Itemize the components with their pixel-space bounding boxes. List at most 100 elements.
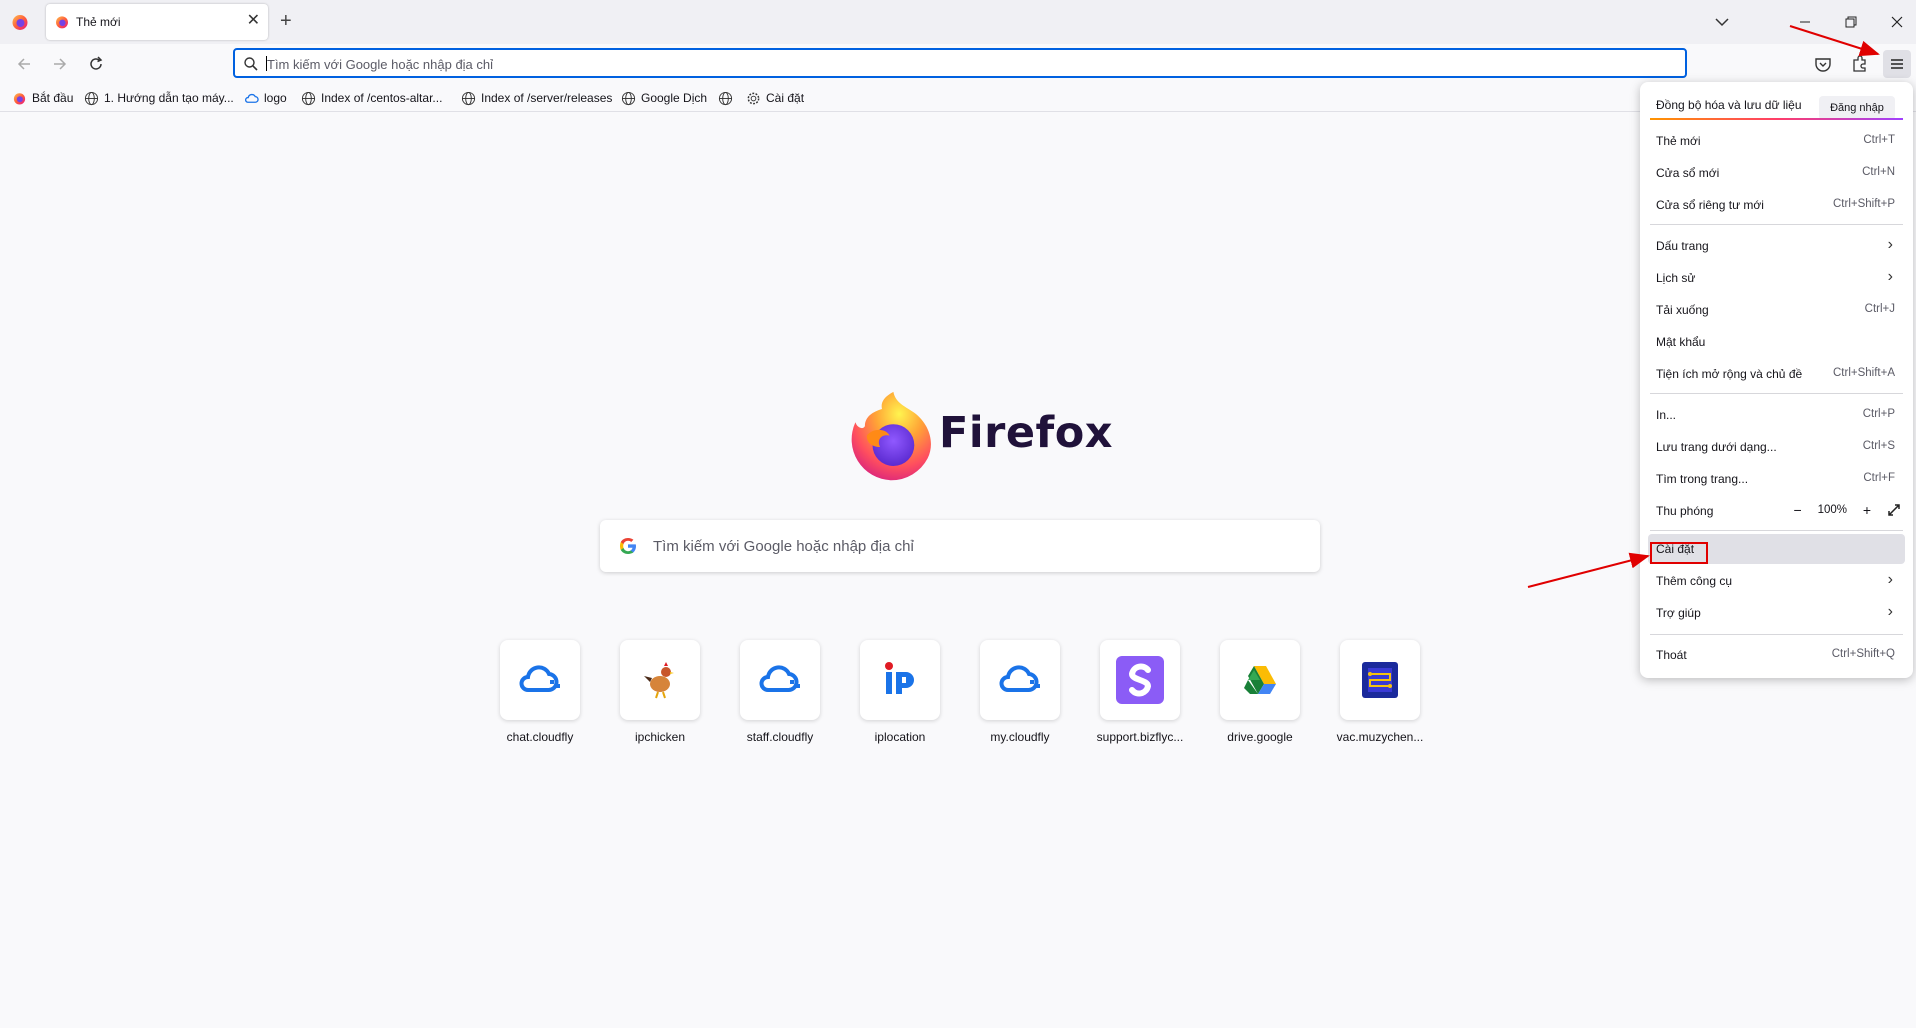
bookmark-start[interactable]: Bắt đầu bbox=[12, 90, 73, 106]
top-site-tile[interactable] bbox=[1340, 640, 1420, 720]
bookmark-guide[interactable]: 1. Hướng dẫn tạo máy... bbox=[84, 90, 234, 106]
hamburger-icon bbox=[1891, 59, 1903, 69]
bookmark-label: Index of /server/releases bbox=[481, 91, 613, 105]
menu-item-save-page[interactable]: Lưu trang dưới dạng... Ctrl+S bbox=[1656, 434, 1901, 460]
tab-strip: Thẻ mới ✕ + bbox=[0, 0, 1916, 44]
firefox-icon bbox=[56, 16, 68, 29]
arrow-to-settings bbox=[1527, 552, 1650, 588]
top-site-tile[interactable] bbox=[1220, 640, 1300, 720]
firefox-logo bbox=[851, 391, 931, 481]
menu-item-shortcut: Ctrl+F bbox=[1863, 472, 1895, 484]
url-bar[interactable] bbox=[233, 48, 1687, 78]
chevron-right-icon: › bbox=[1887, 236, 1893, 253]
menu-item-label: Thu phóng bbox=[1656, 504, 1714, 518]
close-tab-icon[interactable]: ✕ bbox=[247, 12, 260, 30]
menu-item-shortcut: Ctrl+N bbox=[1862, 166, 1895, 178]
settings-highlight-box bbox=[1650, 542, 1708, 564]
top-site-tile[interactable] bbox=[1100, 640, 1180, 720]
app-menu-panel: Đồng bộ hóa và lưu dữ liệu Đăng nhập Thẻ… bbox=[1640, 82, 1913, 678]
cloud-icon bbox=[244, 93, 259, 103]
menu-item-new-private-window[interactable]: Cửa sổ riêng tư mới Ctrl+Shift+P bbox=[1656, 192, 1901, 218]
menu-item-passwords[interactable]: Mật khẩu bbox=[1656, 329, 1901, 355]
forward-icon[interactable] bbox=[50, 54, 70, 74]
extensions-icon[interactable] bbox=[1850, 54, 1870, 74]
menu-item-label: Mật khẩu bbox=[1656, 335, 1706, 349]
bookmark-logo[interactable]: logo bbox=[244, 90, 287, 106]
bookmark-centos[interactable]: Index of /centos-altar... bbox=[301, 90, 442, 106]
menu-item-label: Cửa sổ mới bbox=[1656, 166, 1720, 180]
pocket-icon[interactable] bbox=[1813, 54, 1833, 74]
menu-separator bbox=[1650, 224, 1903, 225]
tab-new-tab[interactable]: Thẻ mới ✕ bbox=[46, 4, 268, 40]
new-tab-button[interactable]: + bbox=[280, 11, 292, 31]
menu-item-shortcut: Ctrl+Shift+P bbox=[1833, 198, 1895, 210]
globe-icon bbox=[461, 91, 476, 105]
home-search-box[interactable]: Tìm kiếm với Google hoặc nhập địa chỉ bbox=[600, 520, 1320, 572]
restore-icon[interactable] bbox=[1841, 12, 1861, 32]
cloudfly-icon bbox=[999, 665, 1040, 692]
fullscreen-icon[interactable] bbox=[1887, 503, 1901, 517]
top-site-tile[interactable] bbox=[740, 640, 820, 720]
menu-item-help[interactable]: Trợ giúp › bbox=[1656, 600, 1901, 626]
menu-item-downloads[interactable]: Tải xuống Ctrl+J bbox=[1656, 297, 1901, 323]
bookmark-unnamed[interactable] bbox=[718, 90, 733, 106]
sync-divider bbox=[1650, 118, 1903, 120]
globe-icon bbox=[718, 91, 733, 105]
menu-item-label: Cửa sổ riêng tư mới bbox=[1656, 198, 1764, 212]
chevron-right-icon: › bbox=[1887, 571, 1893, 588]
menu-item-more-tools[interactable]: Thêm công cụ › bbox=[1656, 568, 1901, 594]
bookmark-google-translate[interactable]: Google Dịch bbox=[621, 90, 707, 106]
bizfly-icon bbox=[1116, 656, 1164, 704]
menu-item-label: Tải xuống bbox=[1656, 303, 1709, 317]
url-input[interactable] bbox=[265, 53, 1669, 75]
menu-item-new-window[interactable]: Cửa sổ mới Ctrl+N bbox=[1656, 160, 1901, 186]
annotation-arrows bbox=[1527, 25, 1880, 588]
menu-item-history[interactable]: Lịch sử › bbox=[1656, 265, 1901, 291]
menu-item-bookmarks[interactable]: Dấu trang › bbox=[1656, 233, 1901, 259]
top-site-label: staff.cloudfly bbox=[746, 730, 814, 744]
zoom-level: 100% bbox=[1817, 504, 1847, 516]
top-site-tile[interactable] bbox=[620, 640, 700, 720]
top-site-tile[interactable] bbox=[980, 640, 1060, 720]
bookmark-label: Cài đặt bbox=[766, 91, 805, 105]
menu-item-label: Dấu trang bbox=[1656, 239, 1709, 253]
home-search-placeholder: Tìm kiếm với Google hoặc nhập địa chỉ bbox=[653, 538, 914, 555]
top-site-label: my.cloudfly bbox=[990, 730, 1050, 744]
menu-item-find[interactable]: Tìm trong trang... Ctrl+F bbox=[1656, 466, 1901, 492]
app-menu-button[interactable] bbox=[1883, 50, 1911, 78]
top-site-tile[interactable] bbox=[500, 640, 580, 720]
menu-item-label: In... bbox=[1656, 408, 1677, 422]
back-icon[interactable] bbox=[14, 54, 34, 74]
minimize-icon[interactable] bbox=[1795, 12, 1815, 32]
bookmarks-toolbar: Bắt đầu 1. Hướng dẫn tạo máy... logo Ind… bbox=[0, 84, 1916, 112]
nav-toolbar bbox=[0, 44, 1916, 84]
close-window-icon[interactable] bbox=[1887, 12, 1907, 32]
menu-item-quit[interactable]: Thoát Ctrl+Shift+Q bbox=[1656, 642, 1901, 668]
firefox-icon bbox=[13, 92, 26, 104]
menu-item-label: Thẻ mới bbox=[1656, 134, 1701, 148]
globe-icon bbox=[84, 91, 99, 105]
menu-item-new-tab[interactable]: Thẻ mới Ctrl+T bbox=[1656, 128, 1901, 154]
bookmark-label: Bắt đầu bbox=[32, 91, 74, 105]
top-site-tile[interactable] bbox=[860, 640, 940, 720]
menu-item-label: Trợ giúp bbox=[1656, 606, 1701, 620]
bookmark-settings[interactable]: Cài đặt bbox=[746, 90, 804, 106]
globe-icon bbox=[301, 91, 316, 105]
reload-icon[interactable] bbox=[86, 54, 106, 74]
menu-item-label: Lịch sử bbox=[1656, 271, 1696, 285]
chevron-down-icon[interactable] bbox=[1712, 12, 1732, 32]
firefox-icon[interactable] bbox=[10, 12, 30, 32]
menu-item-print[interactable]: In... Ctrl+P bbox=[1656, 402, 1901, 428]
top-site-label: iplocation bbox=[874, 730, 926, 744]
zoom-in-button[interactable]: + bbox=[1857, 500, 1877, 520]
top-site-label: drive.google bbox=[1227, 730, 1293, 744]
top-site-label: support.bizflyc... bbox=[1096, 730, 1184, 744]
menu-item-addons[interactable]: Tiện ích mở rộng và chủ đề Ctrl+Shift+A bbox=[1656, 361, 1901, 387]
bookmark-server-releases[interactable]: Index of /server/releases bbox=[461, 90, 612, 106]
zoom-out-button[interactable]: − bbox=[1788, 500, 1808, 520]
sync-row: Đồng bộ hóa và lưu dữ liệu Đăng nhập bbox=[1656, 92, 1901, 120]
chicken-icon bbox=[644, 662, 674, 699]
menu-item-label: Thêm công cụ bbox=[1656, 574, 1733, 588]
menu-item-label: Thoát bbox=[1656, 648, 1687, 662]
sign-in-button[interactable]: Đăng nhập bbox=[1819, 96, 1895, 120]
